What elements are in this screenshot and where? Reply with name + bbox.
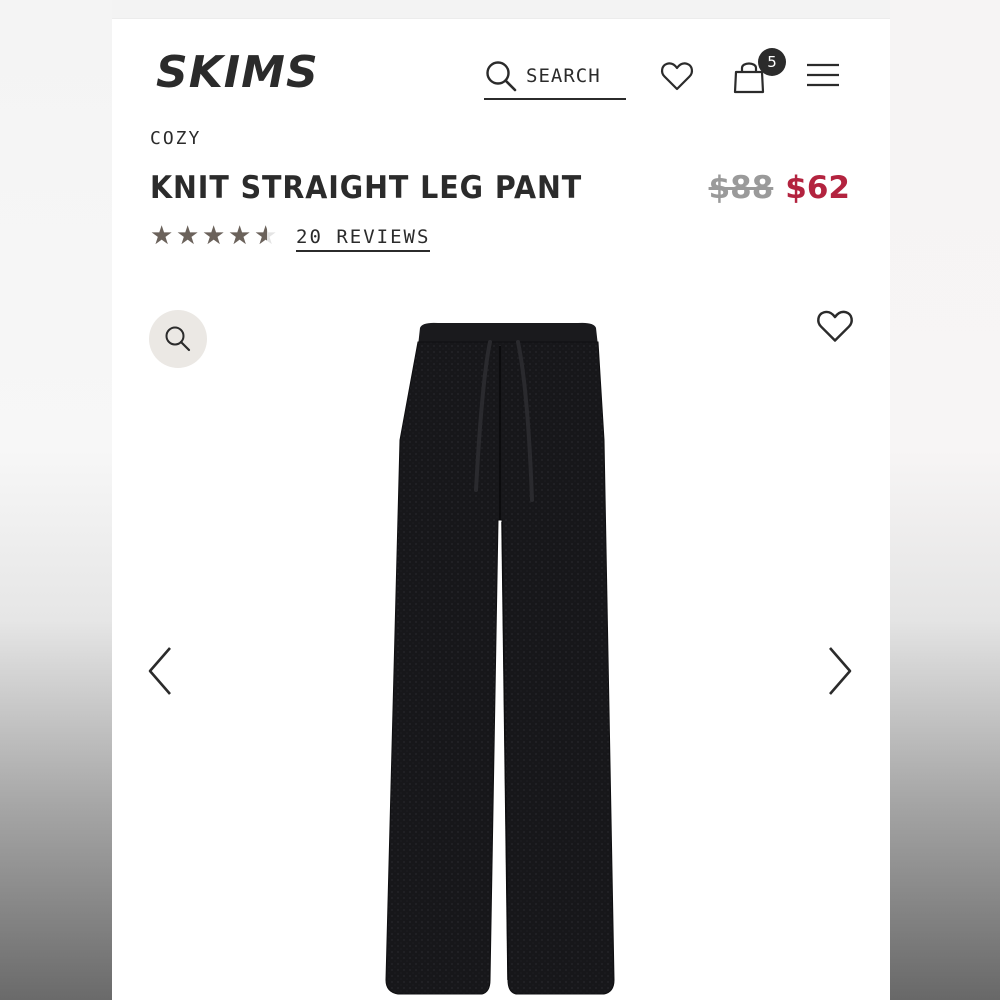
reviews-link[interactable]: 20 REVIEWS — [296, 226, 431, 252]
star-icon: ★ ★ — [202, 222, 228, 248]
sale-price: $62 — [785, 170, 850, 206]
product-image-pants[interactable] — [378, 320, 638, 1000]
star-fill: ★ — [228, 222, 252, 248]
heart-icon[interactable] — [660, 60, 694, 92]
star-icon: ★ ★ — [150, 222, 176, 248]
zoom-icon — [165, 326, 191, 352]
search-icon — [486, 61, 517, 92]
top-strip — [112, 0, 890, 19]
star-fill: ★ — [150, 222, 174, 248]
background-right — [890, 0, 1000, 1000]
star-rating[interactable]: ★ ★ ★ ★ ★ ★ ★ ★ ★ ★ — [150, 222, 280, 248]
search-label: SEARCH — [526, 65, 601, 87]
background-left — [0, 0, 112, 1000]
search-button[interactable]: SEARCH — [484, 54, 626, 100]
zoom-button[interactable] — [149, 310, 207, 368]
star-fill: ★ — [202, 222, 226, 248]
product-title: KNIT STRAIGHT LEG PANT — [150, 170, 583, 206]
star-fill: ★ — [254, 222, 267, 248]
price-block: $88 $62 — [709, 170, 850, 206]
original-price: $88 — [708, 170, 774, 206]
star-icon: ★ ★ — [228, 222, 254, 248]
star-fill: ★ — [176, 222, 200, 248]
chevron-right-icon[interactable] — [826, 646, 854, 696]
star-icon: ★ ★ — [254, 220, 278, 250]
star-icon: ★ ★ — [176, 222, 202, 248]
wishlist-heart-icon[interactable] — [816, 308, 854, 344]
product-category[interactable]: COZY — [150, 128, 201, 150]
product-page: SKIMS SEARCH 5 COZY KNIT STRAIGHT LEG PA… — [112, 0, 890, 1000]
cart-count-badge: 5 — [758, 48, 786, 76]
brand-logo[interactable]: SKIMS — [156, 48, 319, 98]
hamburger-menu-icon[interactable] — [806, 62, 840, 90]
chevron-left-icon[interactable] — [146, 646, 174, 696]
